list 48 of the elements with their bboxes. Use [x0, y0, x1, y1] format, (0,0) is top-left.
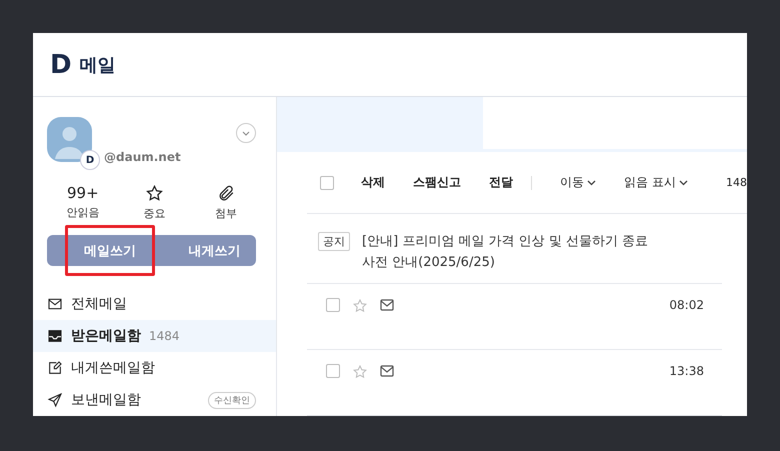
- inbox-icon: [47, 328, 63, 344]
- logo[interactable]: D: [50, 52, 72, 78]
- mail-row[interactable]: 08:02: [307, 284, 722, 350]
- stat-label: 첨부: [215, 206, 238, 221]
- mail-time: 08:02: [669, 298, 704, 312]
- chevron-down-icon: [587, 180, 596, 186]
- folder-item[interactable]: 받은메일함 1484: [33, 320, 276, 352]
- chevron-down-icon: [678, 180, 688, 186]
- unread-count[interactable]: 99+: [67, 184, 99, 202]
- notice-subject: [안내] 프리미엄 메일 가격 인상 및 선물하기 종료 사전 안내(2025/6/25): [362, 233, 650, 272]
- mail-time: 13:38: [669, 364, 704, 378]
- envelope-icon: [380, 298, 394, 312]
- app-title: 메일: [80, 54, 116, 76]
- folder-item[interactable]: 보낸메일함 수신확인: [33, 384, 276, 416]
- envelope-icon: [380, 364, 394, 378]
- notice-tag: 공지: [318, 232, 350, 252]
- paperclip-icon: [216, 184, 236, 203]
- toolbar-button[interactable]: 읽음 표시: [624, 174, 688, 192]
- row-checkbox[interactable]: [326, 364, 340, 378]
- folder-label: 받은메일함: [71, 327, 141, 345]
- note-pencil-icon: [47, 360, 63, 376]
- read-receipt-tag[interactable]: 수신확인: [208, 392, 256, 408]
- toolbar-button[interactable]: 삭제: [361, 174, 385, 192]
- toolbar-button[interactable]: 이동: [560, 174, 596, 192]
- person-silhouette-icon: [55, 127, 84, 159]
- envelope-icon: [47, 296, 63, 312]
- folder-item[interactable]: 전체메일: [33, 288, 276, 320]
- toolbar-button[interactable]: 스팸신고: [413, 174, 461, 192]
- chevron-down-icon[interactable]: [236, 123, 256, 143]
- stat-label: 안읽음: [66, 205, 100, 220]
- mail-count: 148: [726, 176, 747, 190]
- folder-item[interactable]: 내게쓴메일함: [33, 352, 276, 384]
- account-badge: D: [80, 150, 100, 170]
- star-icon[interactable]: [352, 364, 368, 380]
- row-checkbox[interactable]: [326, 298, 340, 312]
- paper-plane-icon: [47, 392, 63, 408]
- email-address: @daum.net: [104, 150, 181, 164]
- stat-label: 중요: [143, 206, 166, 221]
- mail-row[interactable]: 13:38: [307, 350, 722, 416]
- notice-row[interactable]: 공지 [안내] 프리미엄 메일 가격 인상 및 선물하기 종료 사전 안내(2025/6/25): [307, 214, 722, 284]
- folder-label: 전체메일: [71, 295, 127, 313]
- star-icon: [144, 184, 164, 203]
- folder-count: 1484: [149, 329, 180, 343]
- star-icon[interactable]: [352, 298, 368, 314]
- folder-label: 내게쓴메일함: [71, 359, 155, 377]
- toolbar-button[interactable]: 전달: [489, 174, 513, 192]
- folder-label: 보낸메일함: [71, 391, 141, 409]
- select-all-checkbox[interactable]: [320, 176, 334, 190]
